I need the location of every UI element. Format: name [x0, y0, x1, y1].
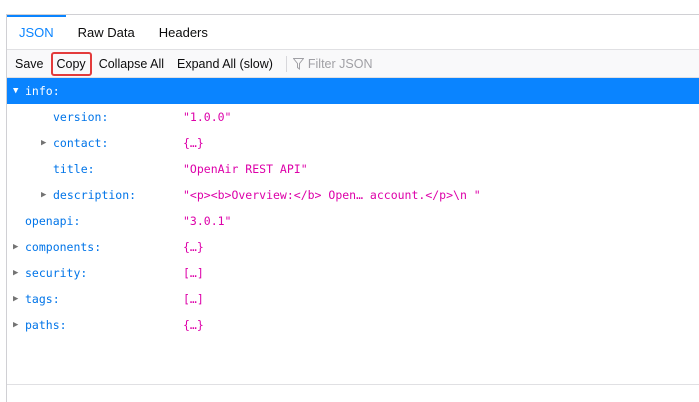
tree-row-openapi[interactable]: openapi: "3.0.1"	[7, 208, 699, 234]
tree-key-paths: ▶ paths:	[13, 318, 67, 332]
tree-row-paths[interactable]: ▶ paths: {…}	[7, 312, 699, 338]
collapsed-arrow-icon[interactable]: ▶	[41, 190, 53, 200]
collapsed-arrow-icon[interactable]: ▶	[41, 138, 53, 148]
tree-value-description: "<p><b>Overview:</b> Open… account.</p>\…	[183, 188, 481, 202]
tree-key-description: ▶ description:	[41, 188, 136, 202]
tree-value-version: "1.0.0"	[183, 110, 232, 124]
tree-key-title: title:	[53, 162, 95, 176]
tree-key-tags: ▶ tags:	[13, 292, 60, 306]
filter-placeholder: Filter JSON	[307, 56, 373, 71]
tree-key-label: description:	[53, 188, 137, 202]
tree-row-info[interactable]: ▼ info:	[7, 78, 699, 104]
tree-key-label: contact:	[53, 136, 109, 150]
tree-row-description[interactable]: ▶ description: "<p><b>Overview:</b> Open…	[7, 182, 699, 208]
tree-key-label: info:	[25, 84, 60, 98]
tab-raw-data[interactable]: Raw Data	[66, 15, 147, 49]
tree-value-contact: {…}	[183, 136, 204, 150]
tree-key-components: ▶ components:	[13, 240, 101, 254]
tree-key-contact: ▶ contact:	[41, 136, 108, 150]
tree-key-label: paths:	[25, 318, 67, 332]
tree-row-components[interactable]: ▶ components: {…}	[7, 234, 699, 260]
save-button[interactable]: Save	[9, 52, 50, 76]
tree-value-tags: […]	[183, 292, 204, 306]
toolbar: Save Copy Collapse All Expand All (slow)…	[7, 50, 699, 78]
tree-value-security: […]	[183, 266, 204, 280]
copy-button[interactable]: Copy	[50, 51, 92, 76]
filter-icon	[292, 57, 304, 70]
tree-value-components: {…}	[183, 240, 204, 254]
tab-headers[interactable]: Headers	[147, 15, 220, 49]
tree-row-contact[interactable]: ▶ contact: {…}	[7, 130, 699, 156]
toolbar-divider	[285, 55, 287, 72]
tree-key-version: version:	[53, 110, 109, 124]
tree-value-title: "OpenAir REST API"	[183, 162, 308, 176]
tree-row-tags[interactable]: ▶ tags: […]	[7, 286, 699, 312]
divider	[7, 384, 699, 385]
tree-row-title[interactable]: title: "OpenAir REST API"	[7, 156, 699, 182]
json-tree: ▼ info: version: "1.0.0" ▶ contact: {…} …	[7, 78, 699, 338]
tab-json[interactable]: JSON	[7, 15, 66, 49]
expand-all-button[interactable]: Expand All (slow)	[171, 52, 279, 76]
tree-key-info: ▼ info:	[13, 84, 60, 98]
filter-json-input[interactable]: Filter JSON	[292, 56, 373, 71]
json-viewer: JSON Raw Data Headers Save Copy Collapse…	[6, 14, 699, 402]
tab-bar: JSON Raw Data Headers	[7, 15, 699, 50]
tree-key-openapi: openapi:	[25, 214, 81, 228]
tree-value-openapi: "3.0.1"	[183, 214, 232, 228]
tree-value-paths: {…}	[183, 318, 204, 332]
tree-key-label: tags:	[25, 292, 60, 306]
collapsed-arrow-icon[interactable]: ▶	[13, 268, 25, 278]
expanded-arrow-icon[interactable]: ▼	[13, 86, 25, 96]
tree-row-security[interactable]: ▶ security: […]	[7, 260, 699, 286]
collapsed-arrow-icon[interactable]: ▶	[13, 320, 25, 330]
tree-key-label: components:	[25, 240, 102, 254]
collapse-all-button[interactable]: Collapse All	[93, 52, 170, 76]
collapsed-arrow-icon[interactable]: ▶	[13, 242, 25, 252]
tree-row-version[interactable]: version: "1.0.0"	[7, 104, 699, 130]
tree-key-security: ▶ security:	[13, 266, 87, 280]
tree-key-label: security:	[25, 266, 88, 280]
collapsed-arrow-icon[interactable]: ▶	[13, 294, 25, 304]
